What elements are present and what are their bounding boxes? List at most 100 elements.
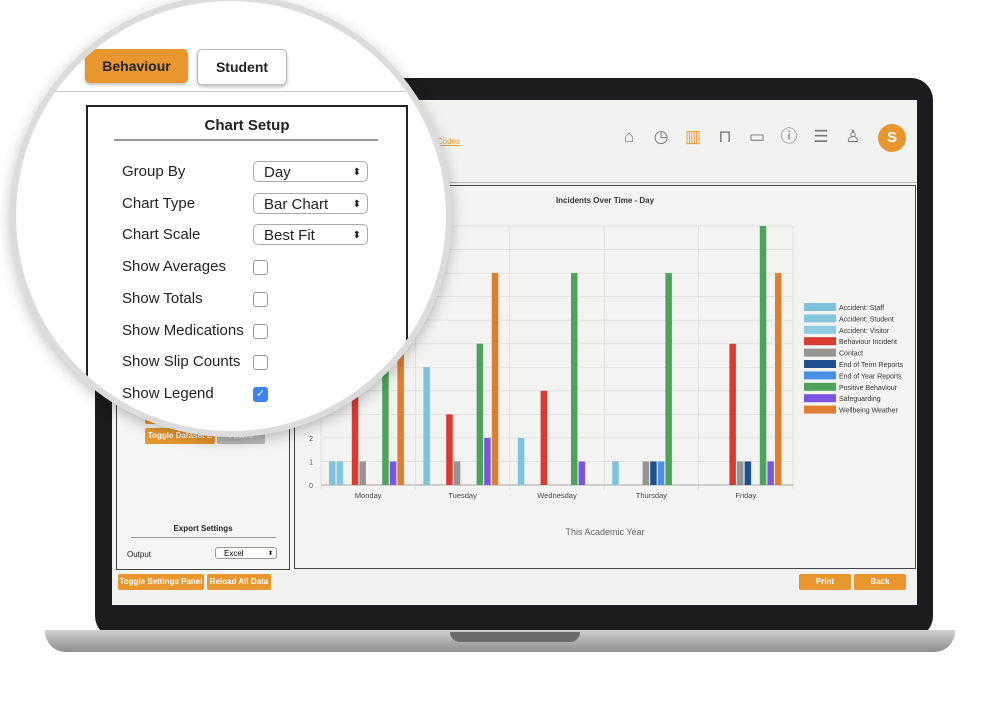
setup-label: Show Averages	[122, 258, 226, 276]
home-icon[interactable]: ⌂	[618, 126, 640, 148]
chart-title: Incidents Over Time - Day	[556, 196, 655, 205]
book-icon[interactable]: ⊓	[714, 126, 736, 148]
reload-all-data-button[interactable]: Reload All Data	[207, 574, 271, 590]
bar	[484, 437, 491, 485]
setup-label: Show Slip Counts	[122, 353, 241, 371]
bar	[657, 461, 665, 485]
bar	[737, 461, 744, 485]
legend-label: Accident: Visitor	[839, 328, 890, 335]
output-select[interactable]: Excel ⬍	[215, 547, 277, 559]
setup-checkbox[interactable]	[253, 291, 268, 307]
laptop-notch	[450, 632, 580, 642]
setup-label: Chart Scale	[122, 226, 201, 244]
legend-swatch	[804, 325, 836, 334]
select-value: Bar Chart	[264, 195, 329, 213]
bar	[759, 226, 767, 485]
bar	[571, 273, 578, 485]
bar	[744, 461, 752, 485]
sliders-icon[interactable]: ☰	[810, 126, 832, 148]
setup-checkbox[interactable]: ✓	[253, 386, 268, 402]
y-tick-label: 1	[309, 459, 313, 466]
setup-checkbox[interactable]	[253, 355, 268, 371]
bar	[767, 461, 774, 485]
toggle-settings-panel-button[interactable]: Toggle Settings Panel	[118, 574, 204, 590]
setup-label: Group By	[122, 163, 186, 180]
bar	[642, 461, 650, 485]
setup-checkbox[interactable]	[253, 323, 268, 339]
legend-swatch	[804, 371, 836, 380]
bar	[540, 390, 548, 485]
setup-checkbox[interactable]	[253, 260, 268, 276]
divider	[16, 91, 446, 92]
legend-label: Contact	[839, 351, 863, 358]
x-tick-label: Friday	[735, 491, 756, 500]
bar	[650, 461, 657, 485]
bar	[476, 343, 484, 485]
divider	[131, 537, 276, 538]
output-label: Output	[127, 550, 152, 559]
setup-label: Show Medications	[122, 321, 244, 339]
x-tick-label: Tuesday	[448, 491, 477, 500]
x-axis-label: This Academic Year	[565, 527, 644, 537]
user-icon[interactable]: ♙	[842, 126, 864, 148]
legend-swatch	[804, 337, 836, 346]
x-tick-label: Monday	[355, 491, 382, 500]
legend-label: Positive Behaviour	[839, 385, 898, 392]
setup-select[interactable]: Day ⬍	[253, 161, 368, 182]
chart-setup-panel: Chart Setup Group By Day ⬍ Chart Type Bar Ch…	[86, 105, 408, 431]
legend-swatch	[804, 348, 836, 357]
tab-student[interactable]: Student	[197, 49, 287, 85]
divider	[114, 139, 378, 141]
select-value: Day	[264, 164, 291, 181]
chart-setup-title: Chart Setup	[204, 117, 290, 134]
legend-label: Wellbeing Weather	[839, 408, 899, 415]
legend-label: End of Term Reports	[839, 362, 904, 369]
info-icon[interactable]: ⓘ	[778, 126, 800, 148]
select-arrows-icon: ⬍	[352, 198, 361, 210]
clock-icon[interactable]: ◷	[650, 126, 672, 148]
setup-select[interactable]: Bar Chart ⬍	[253, 192, 368, 214]
legend-label: Safeguarding	[839, 396, 881, 403]
bar	[359, 461, 366, 485]
bar	[423, 367, 430, 485]
legend-label: Accident: Student	[839, 316, 894, 323]
avatar[interactable]: S	[878, 124, 906, 152]
legend-label: Behaviour Incident	[839, 339, 897, 346]
magnifier-callout: Behaviour Student Chart Setup Group By Da…	[10, 0, 452, 437]
bar	[775, 273, 782, 485]
legend-swatch	[804, 382, 836, 391]
export-settings-title: Export Settings	[173, 524, 233, 533]
select-value: Best Fit	[264, 227, 315, 245]
briefcase-icon[interactable]: ▭	[746, 126, 768, 148]
legend-swatch	[804, 394, 836, 403]
select-arrows-icon: ⬍	[267, 551, 273, 557]
legend-swatch	[804, 405, 836, 414]
back-button[interactable]: Back	[854, 574, 906, 590]
setup-label: Show Totals	[122, 289, 203, 307]
bar	[336, 461, 344, 485]
legend-swatch	[804, 360, 836, 368]
select-arrows-icon: ⬍	[352, 230, 361, 242]
bar	[517, 437, 525, 485]
tab-behaviour[interactable]: Behaviour	[85, 49, 188, 83]
bar	[453, 461, 461, 485]
bar	[329, 461, 336, 485]
bar	[491, 273, 499, 485]
bar	[665, 273, 672, 485]
legend-swatch	[804, 314, 836, 323]
legend-swatch	[804, 303, 836, 311]
bar	[389, 461, 397, 485]
bar	[729, 343, 736, 485]
legend-label: End of Year Reports	[839, 373, 902, 380]
print-button[interactable]: Print	[799, 574, 851, 590]
bar	[612, 461, 619, 485]
legend-label: Accident: Staff	[839, 305, 884, 312]
y-tick-label: 0	[309, 483, 313, 490]
setup-label: Chart Type	[122, 194, 196, 212]
bar	[578, 461, 586, 485]
setup-select[interactable]: Best Fit ⬍	[253, 224, 368, 246]
setup-label: Show Legend	[122, 384, 214, 402]
bar-chart-icon[interactable]: ▥	[682, 126, 704, 148]
bar	[446, 414, 453, 485]
x-tick-label: Wednesday	[537, 491, 577, 500]
